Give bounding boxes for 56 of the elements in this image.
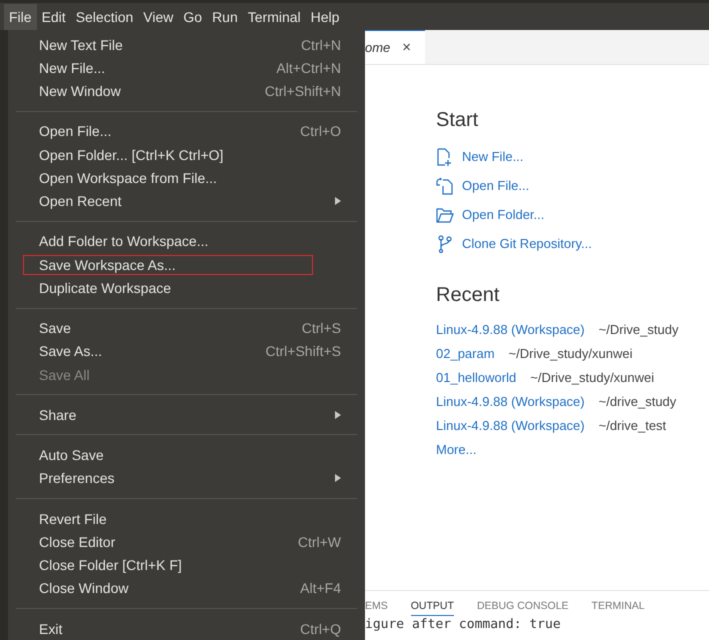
menu-title[interactable]: Edit <box>36 4 71 30</box>
menu-item[interactable]: Open Workspace from File... <box>8 166 365 190</box>
output-text: igure after command: true <box>365 617 562 632</box>
open-file-icon <box>436 176 454 194</box>
panel-tab[interactable]: EMS <box>365 600 388 616</box>
editor-tab[interactable]: ome × <box>365 30 425 64</box>
menu-item[interactable]: Open File... Ctrl+O <box>8 120 365 143</box>
recent-link[interactable]: 02_param <box>436 346 495 360</box>
recent-path: ~/Drive_study/xunwei <box>530 370 654 384</box>
menu-item[interactable]: Revert File <box>8 506 365 530</box>
menu-item[interactable]: Duplicate Workspace <box>8 276 365 300</box>
recent-link[interactable]: Linux-4.9.88 (Workspace) <box>436 394 585 408</box>
menu-title[interactable]: Run <box>207 4 243 30</box>
recent-link[interactable]: 01_helloworld <box>436 370 516 384</box>
recent-link[interactable]: Linux-4.9.88 (Workspace) <box>436 418 585 432</box>
menu-title[interactable]: File <box>4 4 37 30</box>
folder-icon <box>436 206 454 224</box>
start-link[interactable]: Open Folder... <box>462 207 544 222</box>
menu-item[interactable]: Preferences <box>8 466 365 490</box>
recent-path: ~/drive_test <box>598 418 666 432</box>
new-file-icon <box>436 148 454 166</box>
recent-path: ~/Drive_study <box>598 322 678 336</box>
panel-tab[interactable]: TERMINAL <box>592 600 645 616</box>
git-branch-icon <box>436 234 454 252</box>
menu-title[interactable]: Terminal <box>242 4 306 30</box>
recent-path: ~/Drive_study/xunwei <box>508 346 632 360</box>
recent-path: ~/drive_study <box>598 394 676 408</box>
menu-item[interactable]: Open Recent <box>8 190 365 213</box>
menu-item[interactable]: Close Folder [Ctrl+K F] <box>8 553 365 577</box>
menu-item[interactable]: New Window Ctrl+Shift+N <box>8 80 365 103</box>
panel-tab[interactable]: OUTPUT <box>410 600 454 616</box>
menu-item[interactable]: Close Editor Ctrl+W <box>8 530 365 554</box>
start-link[interactable]: Clone Git Repository... <box>462 236 592 251</box>
menu-title[interactable]: Help <box>306 4 344 30</box>
menu-title[interactable]: View <box>138 4 178 30</box>
menu-item[interactable]: New Text File Ctrl+N <box>8 33 365 56</box>
panel-tab[interactable]: DEBUG CONSOLE <box>476 600 569 616</box>
recent-link[interactable]: Linux-4.9.88 (Workspace) <box>436 322 585 336</box>
menu-item[interactable]: Share <box>8 403 365 426</box>
menu-item[interactable]: Close Window Alt+F4 <box>8 576 365 600</box>
section-heading: Recent <box>436 284 500 307</box>
menu-item[interactable]: Save Workspace As... <box>8 253 365 276</box>
menu-item[interactable]: New File... Alt+Ctrl+N <box>8 56 365 80</box>
close-icon[interactable]: × <box>402 39 412 56</box>
menu-item[interactable]: Add Folder to Workspace... <box>8 230 365 253</box>
start-link[interactable]: Open File... <box>462 178 530 193</box>
section-heading: Start <box>436 109 480 132</box>
menu-item[interactable]: Open Folder... [Ctrl+K Ctrl+O] <box>8 143 365 166</box>
menu-item[interactable]: Exit Ctrl+Q <box>8 616 365 640</box>
start-link[interactable]: New File... <box>462 149 524 164</box>
menu-title[interactable]: Go <box>178 4 208 30</box>
more-link[interactable]: More... <box>436 442 476 456</box>
menu-item[interactable]: Save As... Ctrl+Shift+S <box>8 340 365 363</box>
menu-title[interactable]: Selection <box>70 4 138 30</box>
menu-item[interactable]: Auto Save <box>8 443 365 467</box>
menu-item[interactable]: Save Ctrl+S <box>8 316 365 340</box>
